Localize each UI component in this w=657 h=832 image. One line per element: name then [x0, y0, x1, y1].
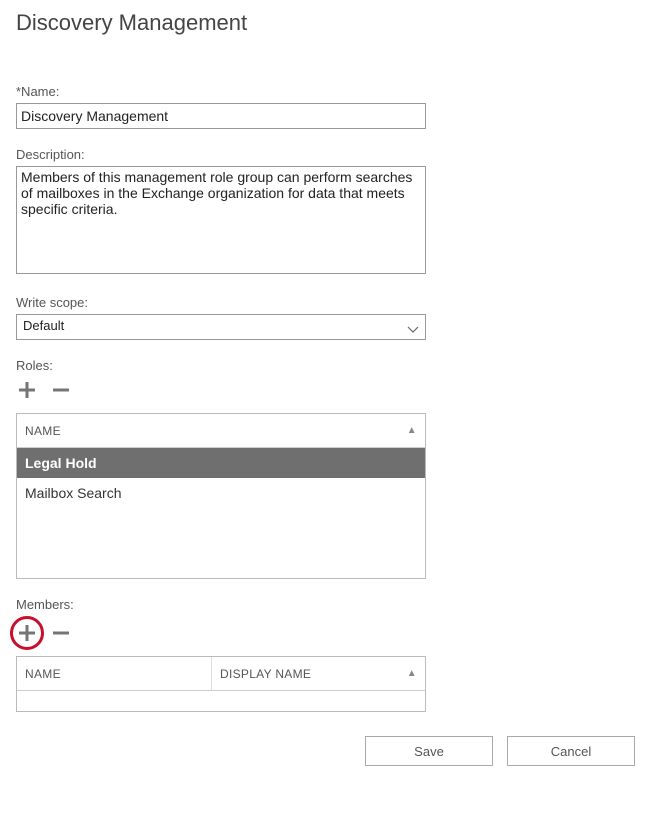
button-bar: Save Cancel: [16, 736, 641, 766]
roles-grid-body: Legal Hold Mailbox Search: [17, 448, 425, 578]
members-grid-header: NAME DISPLAY NAME ▲: [17, 657, 425, 691]
members-grid-body: [17, 691, 425, 711]
save-button[interactable]: Save: [365, 736, 493, 766]
write-scope-select[interactable]: Default: [16, 314, 426, 340]
members-col-display[interactable]: DISPLAY NAME ▲: [212, 657, 425, 690]
sort-asc-icon: ▲: [407, 668, 417, 679]
members-remove-icon[interactable]: [50, 622, 72, 648]
members-section: Members: NAME DISPLAY NAME ▲: [16, 597, 641, 712]
members-col-name[interactable]: NAME: [17, 657, 212, 690]
roles-col-name-label: NAME: [25, 424, 61, 438]
name-section: *Name:: [16, 84, 641, 129]
role-name: Mailbox Search: [25, 485, 122, 501]
description-textarea[interactable]: [16, 166, 426, 274]
roles-grid: NAME ▲ Legal Hold Mailbox Search: [16, 413, 426, 579]
roles-add-icon[interactable]: [16, 379, 38, 405]
members-col-name-label: NAME: [25, 667, 61, 681]
members-grid: NAME DISPLAY NAME ▲: [16, 656, 426, 712]
roles-remove-icon[interactable]: [50, 379, 72, 405]
write-scope-label: Write scope:: [16, 295, 641, 310]
name-label: *Name:: [16, 84, 641, 99]
write-scope-selected: Default: [23, 318, 64, 333]
chevron-down-icon: [407, 323, 419, 338]
members-toolbar: [16, 622, 72, 648]
roles-grid-header: NAME ▲: [17, 414, 425, 448]
sort-asc-icon: ▲: [407, 425, 417, 436]
table-row[interactable]: Legal Hold: [17, 448, 425, 478]
members-add-icon[interactable]: [16, 622, 38, 648]
description-label: Description:: [16, 147, 641, 162]
members-label: Members:: [16, 597, 641, 612]
table-row[interactable]: Mailbox Search: [17, 478, 425, 508]
roles-col-name[interactable]: NAME ▲: [17, 414, 425, 447]
roles-toolbar: [16, 379, 641, 405]
roles-section: Roles: NAME ▲ Legal Hold Mailbox Search: [16, 358, 641, 579]
role-name: Legal Hold: [25, 455, 97, 471]
page-title: Discovery Management: [16, 10, 641, 36]
members-col-display-label: DISPLAY NAME: [220, 667, 311, 681]
write-scope-section: Write scope: Default: [16, 295, 641, 340]
description-section: Description:: [16, 147, 641, 277]
roles-label: Roles:: [16, 358, 641, 373]
name-input[interactable]: [16, 103, 426, 129]
cancel-button[interactable]: Cancel: [507, 736, 635, 766]
